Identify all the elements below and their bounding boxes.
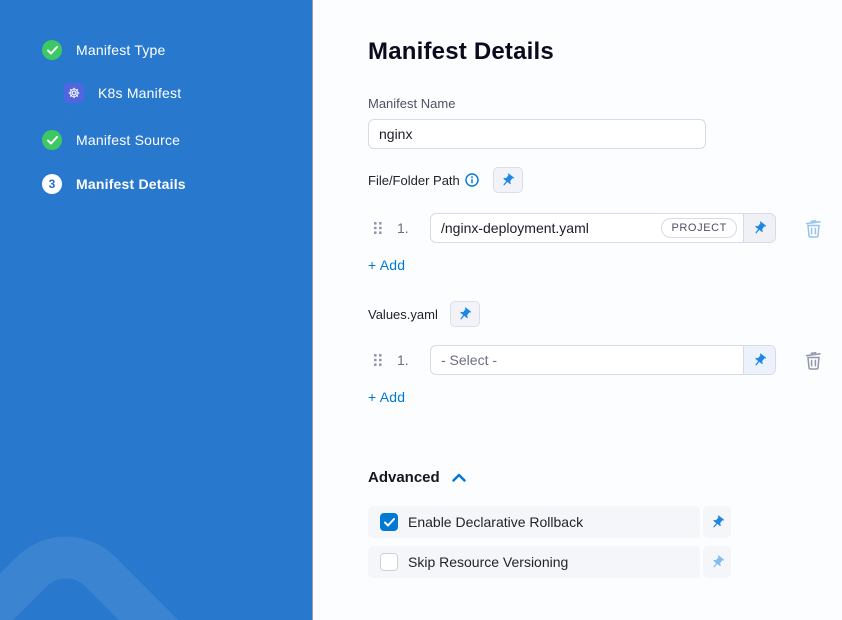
step-label: Manifest Source [76, 132, 180, 148]
checkbox[interactable] [380, 513, 398, 531]
kubernetes-icon: ☸ [64, 83, 84, 103]
row-index: 1. [397, 220, 419, 236]
checkbox[interactable] [380, 553, 398, 571]
file-folder-path-label: File/Folder Path [368, 173, 460, 188]
manifest-details-panel: Manifest Details Manifest Name File/Fold… [313, 0, 842, 620]
pin-button[interactable] [703, 506, 731, 538]
step-manifest-source[interactable]: Manifest Source [42, 130, 312, 150]
advanced-section-toggle[interactable]: Advanced [368, 469, 822, 486]
drag-handle-icon[interactable] [373, 353, 383, 367]
file-path-row: 1. PROJECT [368, 213, 822, 243]
drag-handle-icon[interactable] [373, 221, 383, 235]
advanced-title: Advanced [368, 469, 440, 486]
pin-button[interactable] [703, 546, 731, 578]
row-index: 1. [397, 352, 419, 368]
check-circle-icon [42, 40, 62, 60]
step-manifest-details[interactable]: 3 Manifest Details [42, 174, 312, 194]
step-k8s-manifest[interactable]: ☸ K8s Manifest [64, 83, 312, 103]
enable-declarative-rollback-option[interactable]: Enable Declarative Rollback [368, 506, 700, 538]
step-label: Manifest Type [76, 42, 166, 58]
page-title: Manifest Details [368, 38, 822, 66]
advanced-option-row: Skip Resource Versioning [368, 546, 731, 578]
step-number-badge: 3 [42, 174, 62, 194]
check-circle-icon [42, 130, 62, 150]
scope-badge: PROJECT [661, 218, 737, 238]
step-label: Manifest Details [76, 176, 186, 192]
step-label: K8s Manifest [98, 85, 181, 101]
wizard-steps: Manifest Type ☸ K8s Manifest Manifest So… [0, 0, 312, 194]
values-select[interactable]: - Select - [431, 346, 743, 374]
values-yaml-row: 1. - Select - [368, 345, 822, 375]
harness-logo-watermark [0, 508, 299, 620]
wizard-sidebar: Manifest Type ☸ K8s Manifest Manifest So… [0, 0, 313, 620]
add-file-path-link[interactable]: + Add [368, 257, 405, 273]
step-manifest-type[interactable]: Manifest Type [42, 40, 312, 60]
delete-row-icon[interactable] [805, 351, 822, 370]
chevron-up-icon [452, 473, 466, 482]
option-label: Enable Declarative Rollback [408, 514, 583, 530]
manifest-name-label: Manifest Name [368, 96, 822, 111]
values-select-group: - Select - [430, 345, 776, 375]
values-yaml-label: Values.yaml [368, 307, 438, 322]
pin-button[interactable] [743, 214, 775, 242]
pin-button[interactable] [450, 301, 480, 327]
option-label: Skip Resource Versioning [408, 554, 568, 570]
delete-row-icon[interactable] [805, 219, 822, 238]
pin-button[interactable] [743, 346, 775, 374]
skip-resource-versioning-option[interactable]: Skip Resource Versioning [368, 546, 700, 578]
file-path-input-group: PROJECT [430, 213, 776, 243]
manifest-name-input[interactable] [368, 119, 706, 149]
pin-button[interactable] [493, 167, 523, 193]
info-icon[interactable] [465, 173, 479, 187]
advanced-option-row: Enable Declarative Rollback [368, 506, 731, 538]
add-values-yaml-link[interactable]: + Add [368, 389, 405, 405]
